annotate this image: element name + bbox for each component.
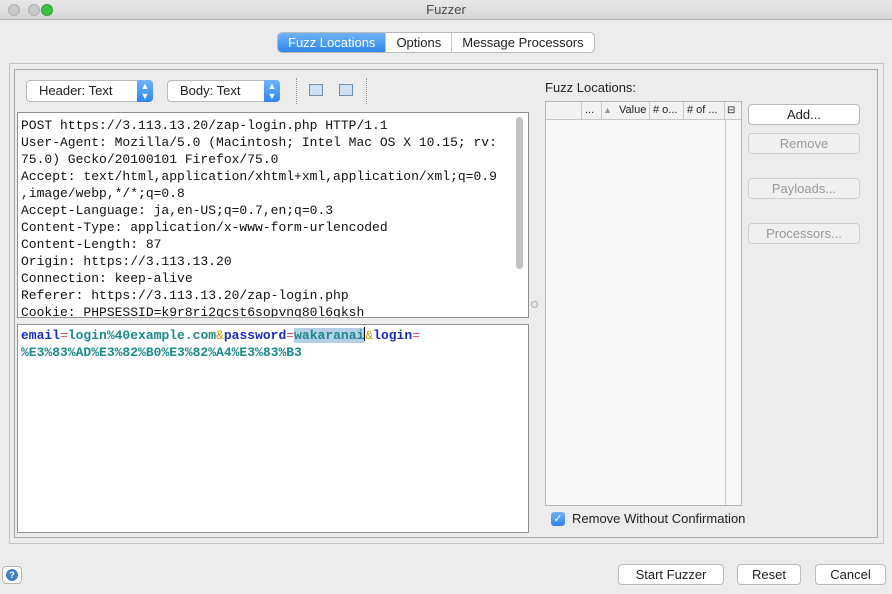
remove-without-confirmation-label: Remove Without Confirmation (572, 511, 746, 526)
help-icon: ? (6, 569, 18, 581)
table-column-divider (725, 120, 726, 505)
reset-button[interactable]: Reset (737, 564, 801, 585)
selected-fuzz-text[interactable]: wakaranai (294, 328, 365, 343)
request-header-editor[interactable]: POST https://3.113.13.20/zap-login.php H… (17, 112, 529, 318)
split-pane-handle[interactable] (531, 301, 538, 308)
header-view-select[interactable]: Header: Text ▲ ▼ (26, 80, 153, 102)
table-header: ... ▲ Value # o... # of ... ⊟ (546, 102, 741, 120)
toolbar-separator (366, 78, 367, 104)
remove-button[interactable]: Remove (748, 133, 860, 154)
toolbar-separator (296, 78, 297, 104)
column-chooser-icon[interactable]: ⊟ (725, 102, 741, 119)
body-view-value: Body: Text (180, 83, 241, 98)
request-header-text: POST https://3.113.13.20/zap-login.php H… (21, 118, 497, 318)
tab-bar: Fuzz Locations Options Message Processor… (277, 32, 595, 53)
sort-ascending-icon: ▲ (603, 105, 612, 115)
remove-without-confirmation-option[interactable]: ✓ Remove Without Confirmation (551, 511, 745, 526)
payloads-button[interactable]: Payloads... (748, 178, 860, 199)
body-view-select[interactable]: Body: Text ▲ ▼ (167, 80, 280, 102)
fuzz-locations-table[interactable]: ... ▲ Value # o... # of ... ⊟ (545, 101, 742, 506)
column-header-location[interactable]: ... (582, 102, 602, 119)
processors-button[interactable]: Processors... (748, 223, 860, 244)
tab-message-processors[interactable]: Message Processors (451, 33, 593, 52)
chevron-up-down-icon: ▲ ▼ (264, 80, 280, 102)
request-body-editor[interactable]: email=login%40example.com&password=wakar… (17, 324, 529, 533)
cancel-button[interactable]: Cancel (815, 564, 886, 585)
start-fuzzer-button[interactable]: Start Fuzzer (618, 564, 724, 585)
tab-fuzz-locations[interactable]: Fuzz Locations (278, 33, 386, 52)
column-header[interactable] (546, 102, 582, 119)
column-header-processors[interactable]: # of ... (684, 102, 725, 119)
header-scrollbar[interactable] (516, 117, 523, 269)
close-window-button[interactable] (8, 4, 20, 16)
tab-options[interactable]: Options (385, 33, 451, 52)
add-button[interactable]: Add... (748, 104, 860, 125)
column-header-value[interactable]: Value (616, 102, 650, 119)
request-body-line-1: email=login%40example.com&password=wakar… (21, 327, 420, 343)
minimize-window-button[interactable] (28, 4, 40, 16)
window-title: Fuzzer (426, 2, 466, 17)
checkbox-checked-icon[interactable]: ✓ (551, 511, 565, 526)
chevron-up-down-icon: ▲ ▼ (137, 80, 153, 102)
fuzz-locations-label: Fuzz Locations: (545, 80, 637, 95)
title-bar: Fuzzer (0, 0, 892, 20)
request-body-line-2: %E3%83%AD%E3%82%B0%E3%82%A4%E3%83%B3 (21, 345, 302, 360)
column-header-payloads[interactable]: # o... (650, 102, 684, 119)
header-view-value: Header: Text (39, 83, 113, 98)
split-horizontal-icon[interactable] (309, 84, 323, 96)
split-vertical-icon[interactable] (339, 84, 353, 96)
zoom-window-button[interactable] (41, 4, 53, 16)
help-button[interactable]: ? (2, 566, 22, 584)
